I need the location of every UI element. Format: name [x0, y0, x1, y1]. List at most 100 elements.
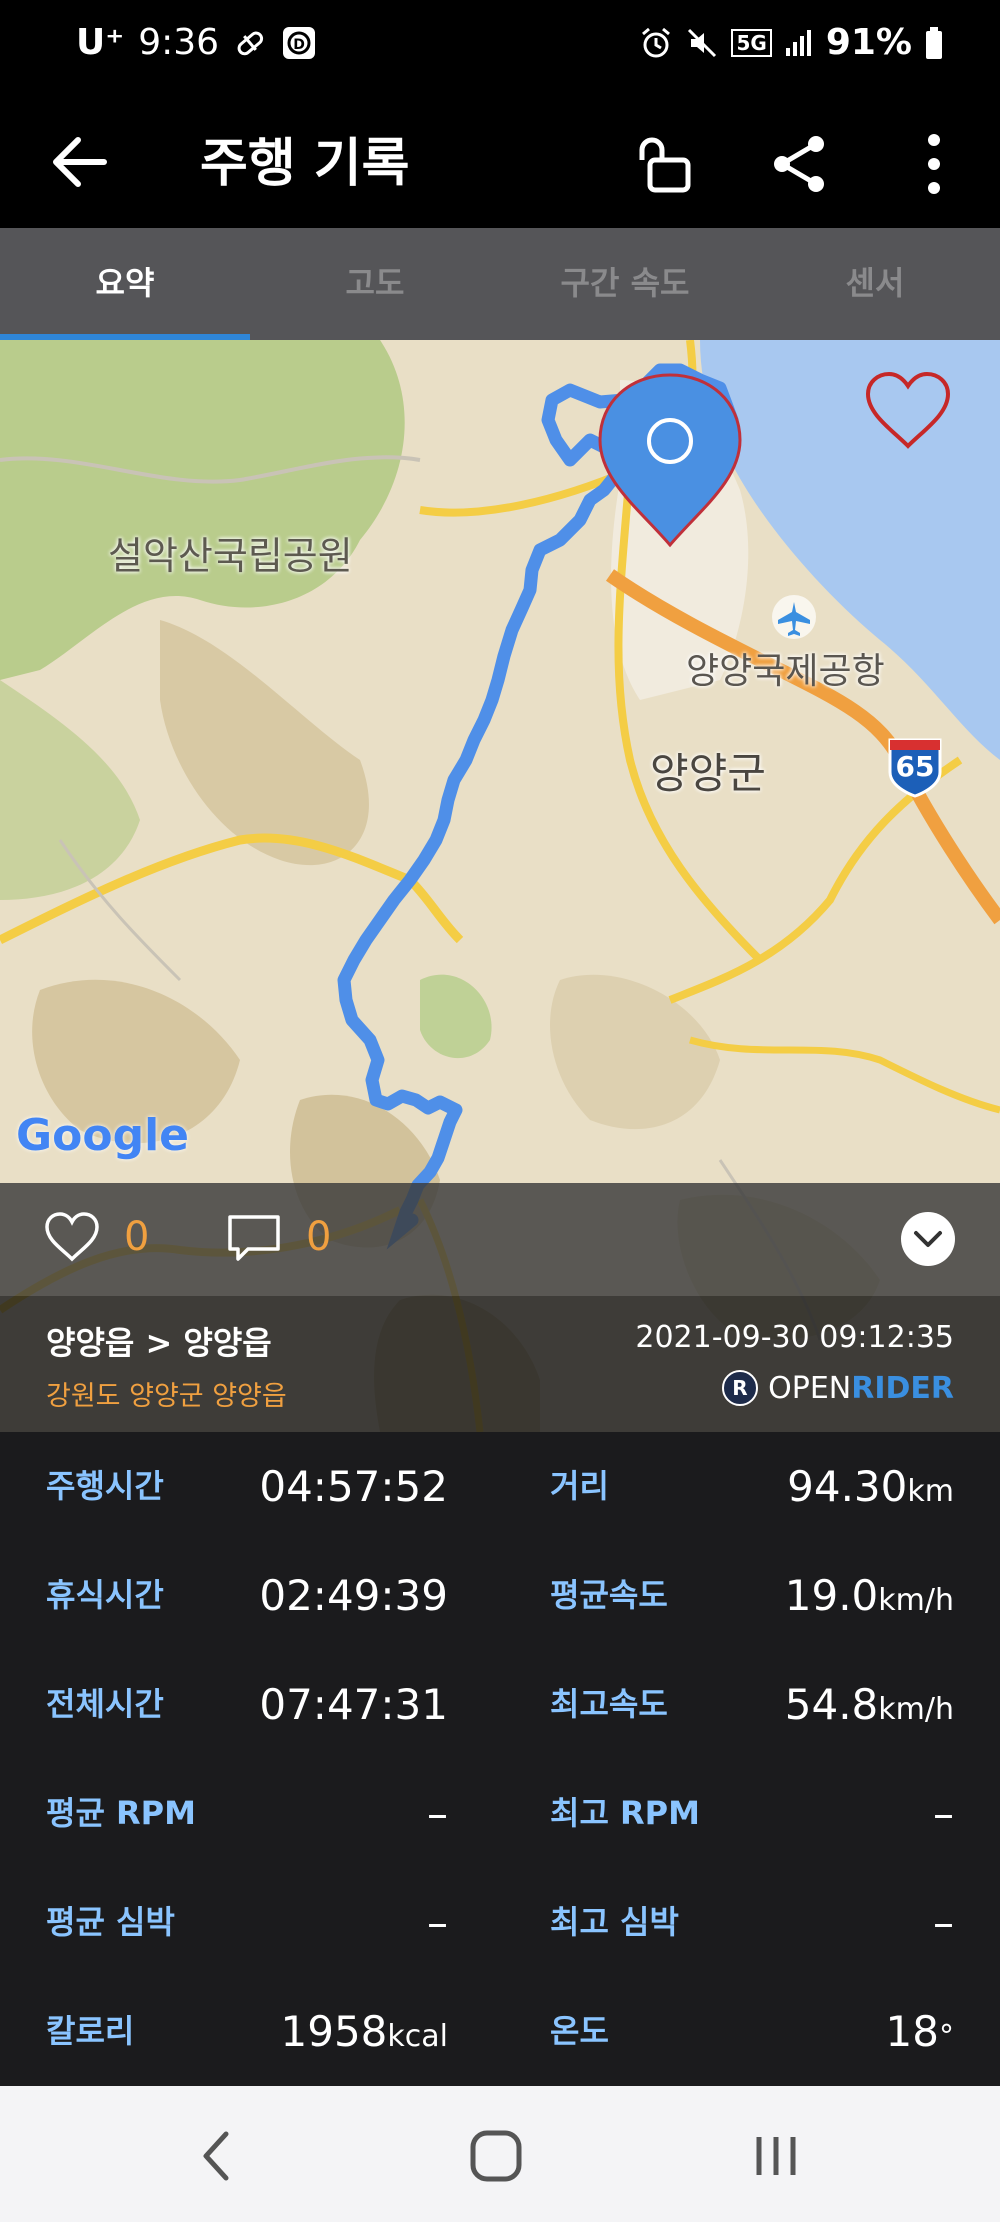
route-title: 양양읍 > 양양읍 — [46, 1324, 272, 1362]
more-vertical-icon — [928, 134, 940, 194]
heart-icon — [45, 1212, 99, 1262]
more-options-button[interactable] — [892, 122, 976, 206]
max-speed-value: 54.8km/h — [785, 1650, 954, 1764]
avg-rpm-value: – — [427, 1789, 448, 1838]
openrider-open: OPEN — [768, 1370, 852, 1406]
share-button[interactable] — [758, 122, 842, 206]
map-label-county: 양양군 — [650, 749, 766, 798]
max-hr-value: – — [933, 1898, 954, 1947]
calories-unit: kcal — [387, 2019, 448, 2054]
openrider-rider: RIDER — [851, 1370, 954, 1406]
stat-row: 평균 RPM – 최고 RPM – — [0, 1759, 1000, 1868]
calories-label: 칼로리 — [46, 2012, 135, 2050]
status-bar: U⁺ 9:36 D 5G 91% — [0, 0, 1000, 100]
openrider-icon: R — [722, 1370, 759, 1406]
like-button[interactable]: 0 — [44, 1211, 149, 1263]
app-bar: 주행 기록 — [0, 100, 1000, 228]
dnd-app-icon: D — [283, 26, 316, 59]
carrier-label: U⁺ — [76, 22, 125, 63]
signal-icon — [785, 29, 811, 56]
calories-value: 1958kcal — [281, 1977, 448, 2091]
chevron-left-icon — [203, 2131, 229, 2181]
tab-bar: 요약 고도 구간 속도 센서 — [0, 228, 1000, 340]
tab-segment-speed[interactable]: 구간 속도 — [500, 228, 750, 340]
battery-icon — [926, 26, 942, 59]
ride-datetime: 2021-09-30 09:12:35 — [635, 1320, 954, 1355]
clock: 9:36 — [138, 22, 220, 63]
home-square-icon — [470, 2130, 522, 2182]
tab-summary[interactable]: 요약 — [0, 228, 250, 340]
back-button[interactable] — [48, 130, 112, 194]
ride-time-value: 04:57:52 — [259, 1462, 448, 1511]
google-logo: Google — [16, 1110, 189, 1161]
total-time-label: 전체시간 — [46, 1685, 164, 1723]
comment-icon — [228, 1215, 280, 1261]
stat-row: 주행시간 04:57:52 거리 94.30km — [0, 1432, 1000, 1541]
mute-icon — [688, 28, 717, 57]
svg-text:D: D — [293, 37, 305, 53]
temperature-value: 18° — [886, 1977, 954, 2091]
distance-number: 94.30 — [787, 1462, 908, 1511]
nav-recents-button[interactable] — [736, 2120, 816, 2192]
svg-text:R: R — [732, 1376, 747, 1400]
avg-hr-value: – — [427, 1898, 448, 1947]
distance-unit: km — [907, 1474, 954, 1509]
max-hr-label: 최고 심박 — [550, 1903, 679, 1941]
avg-speed-label: 평균속도 — [550, 1576, 668, 1614]
max-speed-label: 최고속도 — [550, 1685, 668, 1723]
battery-percent: 91% — [825, 22, 912, 63]
tab-sensor[interactable]: 센서 — [750, 228, 1000, 340]
avg-speed-unit: km/h — [878, 1583, 954, 1618]
share-icon — [774, 136, 824, 192]
unlock-icon — [639, 137, 691, 193]
temperature-label: 온도 — [550, 2012, 609, 2050]
ride-time-label: 주행시간 — [46, 1467, 164, 1505]
stat-row: 칼로리 1958kcal 온도 18° — [0, 1977, 1000, 2086]
comment-button[interactable]: 0 — [226, 1211, 331, 1263]
network-type: 5G — [731, 28, 772, 57]
max-rpm-label: 최고 RPM — [550, 1794, 700, 1832]
expand-button[interactable] — [900, 1211, 956, 1267]
tab-elevation[interactable]: 고도 — [250, 228, 500, 340]
arrow-left-icon — [53, 137, 107, 187]
max-rpm-value: – — [933, 1789, 954, 1838]
stats-panel: 주행시간 04:57:52 거리 94.30km 휴식시간 02:49:39 평… — [0, 1432, 1000, 2086]
recents-icon — [756, 2137, 796, 2175]
alarm-icon — [642, 27, 671, 57]
nav-back-button[interactable] — [176, 2120, 256, 2192]
avg-speed-value: 19.0km/h — [785, 1541, 954, 1655]
pill-icon — [237, 31, 264, 55]
route-location: 강원도 양양군 양양읍 — [46, 1381, 287, 1412]
heart-outline-icon — [865, 371, 951, 449]
map-label-airport: 양양국제공항 — [686, 651, 885, 692]
system-nav-bar — [0, 2086, 1000, 2222]
route-info: 양양읍 > 양양읍 강원도 양양군 양양읍 2021-09-30 09:12:3… — [0, 1296, 1000, 1432]
like-count: 0 — [124, 1214, 150, 1260]
highway-number: 65 — [895, 750, 935, 783]
total-time-value: 07:47:31 — [259, 1680, 448, 1729]
status-right: 5G 91% — [639, 22, 944, 63]
nav-home-button[interactable] — [456, 2120, 536, 2192]
stat-row: 휴식시간 02:49:39 평균속도 19.0km/h — [0, 1541, 1000, 1650]
social-bar: 0 0 — [0, 1183, 1000, 1296]
comment-count: 0 — [306, 1214, 332, 1260]
map-label-park: 설악산국립공원 — [108, 534, 353, 578]
openrider-logo: R OPEN RIDER — [720, 1368, 954, 1408]
rest-time-label: 휴식시간 — [46, 1576, 164, 1614]
favorite-button[interactable] — [862, 366, 954, 458]
page-title: 주행 기록 — [200, 134, 410, 194]
stat-row: 전체시간 07:47:31 최고속도 54.8km/h — [0, 1650, 1000, 1759]
status-left: U⁺ 9:36 D — [76, 22, 317, 63]
avg-hr-label: 평균 심박 — [46, 1903, 175, 1941]
airport-icon — [772, 595, 816, 639]
avg-speed-number: 19.0 — [784, 1571, 879, 1620]
rest-time-value: 02:49:39 — [259, 1571, 448, 1620]
temperature-unit: ° — [939, 2019, 954, 2054]
distance-label: 거리 — [550, 1467, 609, 1505]
stat-row: 평균 심박 – 최고 심박 – — [0, 1868, 1000, 1977]
avg-rpm-label: 평균 RPM — [46, 1794, 196, 1832]
max-speed-number: 54.8 — [784, 1680, 879, 1729]
lock-button[interactable] — [624, 122, 708, 206]
temperature-number: 18 — [885, 2007, 939, 2056]
chevron-down-icon — [901, 1212, 955, 1266]
